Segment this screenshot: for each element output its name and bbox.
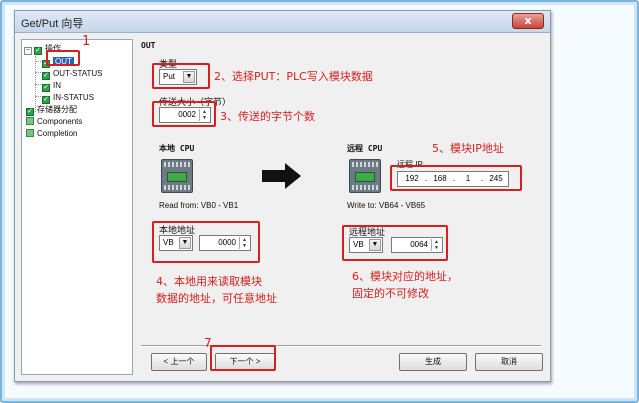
tree-item-completion[interactable]: Completion — [26, 128, 77, 139]
checkbox-checked-icon: ✓ — [42, 84, 50, 92]
arrow-head-icon — [285, 163, 301, 189]
collapse-icon[interactable]: − — [24, 47, 32, 55]
annotation-1: 1 — [82, 34, 91, 49]
annotation-4-line1: 4、本地用来读取模块 — [156, 275, 262, 288]
local-plc-icon — [161, 159, 193, 193]
tree-item-memory-allocation[interactable]: ✓ 存储器分配 — [26, 104, 77, 116]
button-separator — [141, 345, 541, 347]
tree-item-label: OUT-STATUS — [53, 69, 103, 78]
annotation-box-out — [46, 50, 80, 66]
annotation-box-remote-address — [342, 225, 448, 261]
checkbox-checked-icon: ✓ — [42, 72, 50, 80]
get-put-wizard-window: Get/Put 向导 x − ✓ 操作 ✓ OUT ✓ OUT-STATUS ✓ IN ✓… — [14, 10, 551, 382]
annotation-5: 5、模块IP地址 — [432, 142, 504, 155]
prev-button[interactable]: < 上一个 — [151, 353, 207, 371]
annotation-7: 7 — [204, 336, 212, 350]
remote-plc-icon — [349, 159, 381, 193]
tree-item-components[interactable]: Components — [26, 116, 82, 127]
annotation-6-line2: 固定的不可修改 — [352, 287, 429, 300]
tree-item-label: IN-STATUS — [53, 93, 95, 102]
annotation-box-local-address — [152, 221, 260, 263]
tree-item-label: Completion — [37, 129, 78, 138]
checkbox-checked-icon: ✓ — [34, 47, 42, 55]
annotation-2: 2、选择PUT：PLC写入模块数据 — [214, 70, 373, 83]
cancel-button[interactable]: 取消 — [475, 353, 543, 371]
tree-item-label: 存储器分配 — [37, 105, 77, 114]
annotation-box-ip — [390, 165, 522, 191]
wizard-steps-tree: − ✓ 操作 ✓ OUT ✓ OUT-STATUS ✓ IN ✓ IN-STATUS ✓ 存储… — [21, 39, 133, 375]
tree-item-in-status[interactable]: ✓ IN-STATUS — [42, 92, 95, 104]
remote-cpu-label: 远程 CPU — [347, 144, 383, 153]
read-from-text: Read from: VB0 - VB1 — [159, 201, 239, 210]
annotation-box-next — [210, 345, 276, 371]
annotation-6-line1: 6、模块对应的地址， — [352, 270, 458, 283]
title-bar: Get/Put 向导 x — [15, 11, 550, 33]
annotation-box-size — [152, 101, 216, 127]
tree-item-label: Components — [37, 117, 83, 126]
tree-item-in[interactable]: ✓ IN — [42, 80, 61, 92]
write-to-text: Write to: VB64 - VB65 — [347, 201, 426, 210]
window-title: Get/Put 向导 — [21, 18, 84, 30]
generate-button[interactable]: 生成 — [399, 353, 467, 371]
panel-title: OUT — [141, 41, 156, 50]
tree-connector — [35, 72, 41, 73]
tree-connector — [35, 84, 41, 85]
annotation-4-line2: 数据的地址，可任意地址 — [156, 292, 277, 305]
tree-connector — [35, 61, 41, 62]
checkbox-icon — [26, 129, 34, 137]
annotation-box-type — [152, 63, 210, 89]
close-button[interactable]: x — [512, 13, 544, 29]
tree-item-label: IN — [53, 81, 61, 90]
checkbox-checked-icon: ✓ — [42, 96, 50, 104]
tree-connector — [35, 96, 41, 97]
checkbox-checked-icon: ✓ — [26, 108, 34, 116]
checkbox-icon — [26, 117, 34, 125]
annotation-3: 3、传送的字节个数 — [220, 110, 315, 123]
local-cpu-label: 本地 CPU — [159, 144, 195, 153]
tree-item-out-status[interactable]: ✓ OUT-STATUS — [42, 68, 103, 80]
